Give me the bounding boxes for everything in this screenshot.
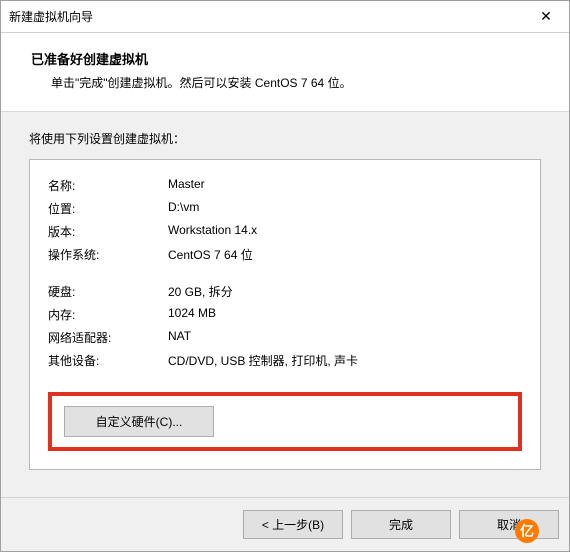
- window-title: 新建虚拟机向导: [9, 8, 93, 25]
- close-button[interactable]: ✕: [523, 1, 569, 33]
- wizard-footer: < 上一步(B) 完成 取消 亿: [1, 497, 569, 551]
- header-title: 已准备好创建虚拟机: [31, 49, 549, 68]
- settings-table: 名称: Master 位置: D:\vm 版本: Workstation 14.…: [48, 174, 522, 372]
- table-row: 名称: Master: [48, 174, 522, 197]
- table-row: 版本: Workstation 14.x: [48, 220, 522, 243]
- setting-label: 硬盘:: [48, 280, 168, 303]
- header-subtitle: 单击"完成"创建虚拟机。然后可以安装 CentOS 7 64 位。: [31, 74, 549, 91]
- cancel-button[interactable]: 取消: [459, 510, 559, 539]
- setting-value: Workstation 14.x: [168, 220, 522, 243]
- settings-panel: 名称: Master 位置: D:\vm 版本: Workstation 14.…: [29, 159, 541, 470]
- setting-label: 其他设备:: [48, 349, 168, 372]
- wizard-header: 已准备好创建虚拟机 单击"完成"创建虚拟机。然后可以安装 CentOS 7 64…: [1, 33, 569, 112]
- customize-hardware-button[interactable]: 自定义硬件(C)...: [64, 406, 214, 437]
- setting-value: CD/DVD, USB 控制器, 打印机, 声卡: [168, 349, 522, 372]
- table-row: 操作系统: CentOS 7 64 位: [48, 243, 522, 266]
- setting-label: 内存:: [48, 303, 168, 326]
- setting-value: 1024 MB: [168, 303, 522, 326]
- spacer-row: [48, 266, 522, 280]
- table-row: 网络适配器: NAT: [48, 326, 522, 349]
- setting-label: 位置:: [48, 197, 168, 220]
- back-button[interactable]: < 上一步(B): [243, 510, 343, 539]
- setting-value: NAT: [168, 326, 522, 349]
- setting-label: 名称:: [48, 174, 168, 197]
- finish-button[interactable]: 完成: [351, 510, 451, 539]
- setting-value: 20 GB, 拆分: [168, 280, 522, 303]
- highlight-box: 自定义硬件(C)...: [48, 392, 522, 451]
- close-icon: ✕: [540, 8, 552, 25]
- section-label: 将使用下列设置创建虚拟机：: [29, 130, 541, 147]
- table-row: 硬盘: 20 GB, 拆分: [48, 280, 522, 303]
- table-row: 内存: 1024 MB: [48, 303, 522, 326]
- setting-label: 版本:: [48, 220, 168, 243]
- setting-label: 网络适配器:: [48, 326, 168, 349]
- titlebar: 新建虚拟机向导 ✕: [1, 1, 569, 33]
- setting-label: 操作系统:: [48, 243, 168, 266]
- setting-value: Master: [168, 174, 522, 197]
- setting-value: CentOS 7 64 位: [168, 243, 522, 266]
- table-row: 其他设备: CD/DVD, USB 控制器, 打印机, 声卡: [48, 349, 522, 372]
- wizard-content: 将使用下列设置创建虚拟机： 名称: Master 位置: D:\vm 版本: W…: [1, 112, 569, 497]
- setting-value: D:\vm: [168, 197, 522, 220]
- wizard-window: 新建虚拟机向导 ✕ 已准备好创建虚拟机 单击"完成"创建虚拟机。然后可以安装 C…: [0, 0, 570, 552]
- table-row: 位置: D:\vm: [48, 197, 522, 220]
